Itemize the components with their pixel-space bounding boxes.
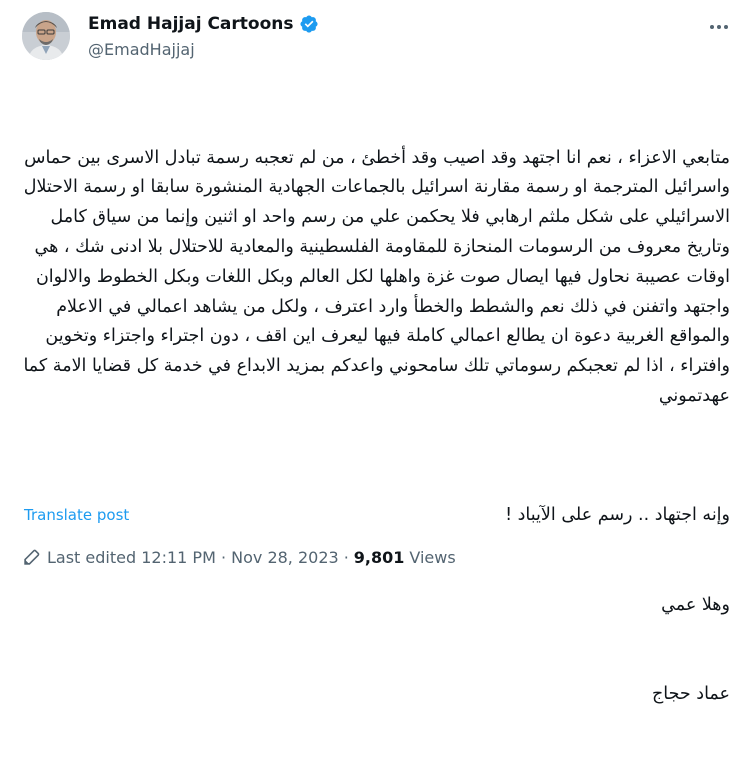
translate-post-link[interactable]: Translate post [24,506,129,524]
meta-separator: · [343,548,349,567]
display-name[interactable]: Emad Hajjaj Cartoons [88,14,294,34]
post-meta: Last edited 12:11 PM · Nov 28, 2023 · 9,… [22,548,456,567]
avatar[interactable] [22,12,70,60]
post-sign-line-3: عماد حجاج [652,684,730,705]
verified-badge-icon [299,14,319,34]
post-sign-line-2: وهلا عمي [661,594,730,615]
more-options-icon[interactable] [705,16,733,38]
pencil-icon [22,548,41,567]
author-name-row: Emad Hajjaj Cartoons [88,14,319,34]
post-text: متابعي الاعزاء ، نعم انا اجتهد وقد اصيب … [22,84,730,770]
post-paragraph: متابعي الاعزاء ، نعم انا اجتهد وقد اصيب … [17,147,730,406]
user-handle[interactable]: @EmadHajjaj [88,40,195,59]
avatar-photo-icon [22,12,70,60]
post-card: Emad Hajjaj Cartoons @EmadHajjaj متابعي … [0,0,750,704]
views-label: Views [409,548,456,567]
last-edited-timestamp[interactable]: Last edited 12:11 PM · Nov 28, 2023 [47,548,339,567]
views-count: 9,801 [353,548,405,567]
